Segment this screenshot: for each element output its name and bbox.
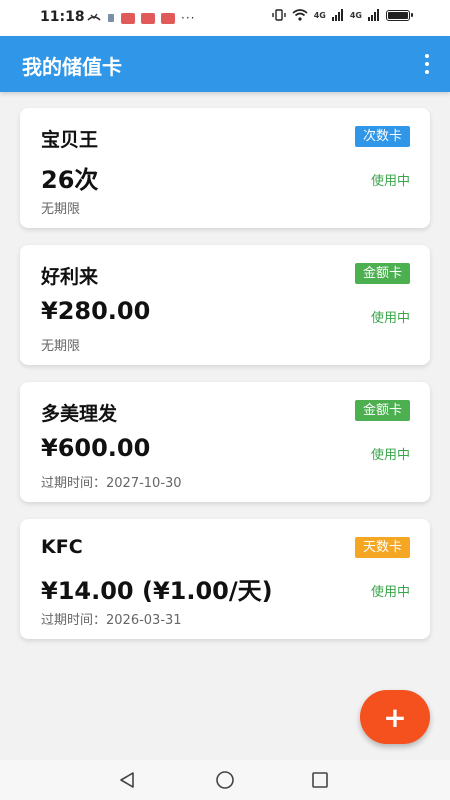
- small-indicator-icon: [108, 14, 114, 22]
- card-expiry: 无期限: [41, 202, 81, 217]
- status-time: 11:18: [40, 9, 85, 25]
- recents-icon[interactable]: [310, 770, 330, 790]
- network-type-2: 4G: [349, 10, 362, 20]
- app-notification-icon: [161, 12, 175, 24]
- card-expiry: 无期限: [41, 339, 81, 354]
- card-type-badge: 天数卡: [354, 537, 410, 558]
- card-type-badge: 金额卡: [354, 400, 410, 421]
- back-icon[interactable]: [118, 770, 138, 790]
- battery-level: [388, 11, 408, 19]
- card-balance: ¥14.00 (¥1.00/天): [41, 577, 273, 605]
- system-nav-bar: [0, 760, 450, 800]
- stored-value-card[interactable]: 多美理发 ¥600.00 过期时间：2027-10-30 金额卡 使用中: [20, 382, 430, 502]
- phone-missed-icon: [87, 13, 101, 21]
- card-status: 使用中: [370, 311, 410, 326]
- app-notification-icon: [121, 12, 135, 24]
- card-balance: 26次: [41, 166, 99, 194]
- network-type-1: 4G: [313, 10, 326, 20]
- card-name: 好利来: [41, 266, 99, 288]
- card-name: KFC: [41, 536, 83, 558]
- card-name: 多美理发: [41, 403, 118, 425]
- stored-value-card[interactable]: 宝贝王 26次 无期限 次数卡 使用中: [20, 108, 430, 228]
- more-vert-icon[interactable]: [422, 54, 432, 74]
- card-expiry: 过期时间：2027-10-30: [41, 476, 182, 491]
- app-bar: 我的储值卡: [0, 36, 450, 92]
- signal-icon: [331, 9, 343, 21]
- page-title: 我的储值卡: [22, 55, 122, 79]
- vibrate-icon: [272, 9, 286, 21]
- card-type-badge: 金额卡: [354, 263, 410, 284]
- wifi-icon: [292, 9, 308, 21]
- card-expiry: 过期时间：2026-03-31: [41, 613, 182, 628]
- signal-icon: [368, 9, 379, 21]
- add-card-button[interactable]: +: [360, 690, 430, 744]
- card-type-badge: 次数卡: [354, 126, 410, 147]
- status-system-icons: 4G 4G: [272, 9, 413, 21]
- app-notification-icon: [141, 12, 155, 24]
- status-notifications: ···: [87, 11, 195, 25]
- add-icon: +: [383, 700, 407, 734]
- card-status: 使用中: [370, 448, 410, 463]
- card-name: 宝贝王: [41, 129, 99, 151]
- overflow-icon: ···: [181, 11, 196, 25]
- battery-icon: [386, 9, 413, 21]
- status-bar: 11:18 ··· 4G 4G: [0, 0, 450, 36]
- card-balance: ¥280.00: [41, 297, 151, 325]
- home-icon[interactable]: [215, 770, 235, 790]
- card-balance: ¥600.00: [41, 434, 151, 462]
- stored-value-card[interactable]: KFC ¥14.00 (¥1.00/天) 过期时间：2026-03-31 天数卡…: [20, 519, 430, 639]
- card-status: 使用中: [370, 585, 410, 600]
- card-status: 使用中: [370, 174, 410, 189]
- stored-value-card[interactable]: 好利来 ¥280.00 无期限 金额卡 使用中: [20, 245, 430, 365]
